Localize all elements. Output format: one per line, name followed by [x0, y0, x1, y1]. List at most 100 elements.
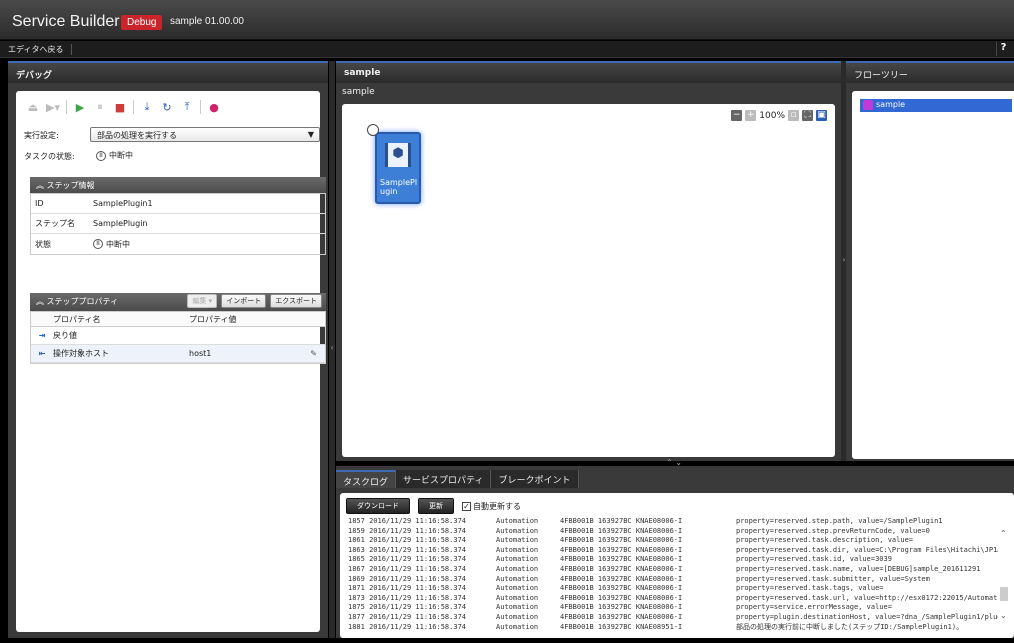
row-key: ID	[35, 199, 44, 208]
log-cell: 4FBB001B 163927BC KNAE08006-I	[560, 564, 683, 573]
log-line: 1877 2016/11/29 11:16:58.374 Automation 4F…	[348, 613, 998, 623]
help-button[interactable]: ?	[996, 42, 1010, 56]
app-title: Service Builder	[12, 13, 120, 30]
task-state: II 中断中	[96, 150, 133, 161]
step-over-icon[interactable]: ↻	[160, 100, 174, 114]
separator	[200, 100, 201, 114]
log-line: 1867 2016/11/29 11:16:58.374 Automation 4F…	[348, 565, 998, 575]
tree-item-sample[interactable]: sample	[860, 99, 1012, 112]
import-button[interactable]: インポート	[221, 294, 267, 308]
refresh-button[interactable]: 更新	[418, 498, 454, 514]
col-header-name: プロパティ名	[53, 314, 101, 324]
edit-label: 編集	[192, 297, 207, 305]
step-into-icon[interactable]: ⤓	[140, 100, 154, 114]
property-name: 戻り値	[53, 331, 77, 340]
flow-tree: sample	[852, 91, 1014, 459]
row-value: SamplePlugin1	[93, 199, 153, 208]
log-cell: 1867 2016/11/29 11:16:58.374	[348, 564, 467, 573]
left-splitter[interactable]: ‹	[329, 61, 335, 638]
step-props-header[interactable]: ︽ ステッププロパティ 編集 ▾ インポート エクスポート	[30, 293, 326, 311]
log-line: 1863 2016/11/29 11:16:58.374 Automation 4F…	[348, 546, 998, 556]
actual-size-icon[interactable]: ▫	[788, 110, 799, 121]
log-cell: 1861 2016/11/29 11:16:58.374	[348, 536, 467, 545]
tab-task-log[interactable]: タスクログ	[336, 470, 397, 488]
property-value: host1	[189, 349, 212, 358]
exec-setting-select[interactable]: 部品の処理を実行する ▼	[90, 127, 320, 142]
fit-to-window-icon[interactable]: ⛶	[802, 110, 813, 121]
back-to-editor-link[interactable]: エディタへ戻る	[8, 44, 73, 55]
zoom-controls: − + 100% ▫ ⛶ ▣	[731, 110, 827, 121]
log-cell: property=reserved.step.path, value=/Samp…	[736, 517, 943, 525]
log-line: 1871 2016/11/29 11:16:58.374 Automation 4F…	[348, 584, 998, 594]
paused-icon: II	[93, 239, 103, 249]
debug-panel: デバッグ ⏏ ▶▾ ▶ ⏸ ■ ⤓ ↻ ⤒ ● 実行設定: 部品の処理を実行する…	[8, 61, 328, 638]
flow-canvas[interactable]: − + 100% ▫ ⛶ ▣ ⬢ II SamplePlugin	[342, 104, 835, 457]
overview-icon[interactable]: ▣	[816, 110, 827, 121]
log-cell: property=reserved.task.url, value=http:/…	[736, 593, 998, 602]
log-cell: Automation	[496, 574, 539, 583]
input-property-icon: ⇤	[38, 349, 46, 358]
scroll-thumb[interactable]	[1000, 587, 1008, 601]
log-body: ダウンロード 更新 ✓ 自動更新する 1857 2016/11/29 11:16:…	[340, 493, 1014, 638]
pause-icon[interactable]: ⏸	[93, 100, 107, 114]
step-info-header[interactable]: ︽ ステップ情報	[30, 177, 326, 193]
log-panel: ⌃ ⌄ タスクログ サービスプロパティ ブレークポイント ダウンロード 更新 ✓…	[336, 458, 1014, 638]
zoom-in-icon[interactable]: +	[745, 110, 757, 121]
title-bar: Service Builder Debug sample 01.00.00	[0, 0, 1014, 40]
tab-service-properties[interactable]: サービスプロパティ	[396, 470, 492, 488]
col-header-value: プロパティ値	[189, 314, 237, 324]
canvas-panel-title: sample	[336, 61, 841, 83]
expand-collapse-icon[interactable]: ⌃ ⌄	[666, 458, 682, 467]
log-cell: 4FBB001B 163927BC KNAE08006-I	[560, 584, 683, 593]
table-row[interactable]: ⇤ 操作対象ホスト host1 ✎	[31, 345, 325, 363]
log-cell: Automation	[496, 593, 539, 602]
log-line: 1873 2016/11/29 11:16:58.374 Automation 4F…	[348, 594, 998, 604]
log-scrollbar[interactable]: ⌃ ⌄	[1000, 517, 1010, 633]
export-button[interactable]: エクスポート	[270, 294, 322, 308]
log-cell: property=reserved.task.tags, value=	[736, 584, 884, 593]
step-state-value: 中断中	[106, 239, 130, 249]
pencil-icon[interactable]: ✎	[310, 349, 317, 358]
stop-icon[interactable]: ⏏	[26, 100, 40, 114]
log-cell: 1871 2016/11/29 11:16:58.374	[348, 584, 467, 593]
log-cell: property=reserved.task.dir, value=C:\Pro…	[736, 545, 998, 554]
breakpoint-icon[interactable]: ●	[207, 100, 221, 114]
log-cell: 4FBB001B 163927BC KNAE08006-I	[560, 536, 683, 545]
log-cell: property=reserved.task.name, value=[DEBU…	[736, 564, 981, 573]
step-out-icon[interactable]: ⤒	[180, 100, 194, 114]
plugin-icon: ⬢	[385, 143, 411, 167]
debug-panel-content: ⏏ ▶▾ ▶ ⏸ ■ ⤓ ↻ ⤒ ● 実行設定: 部品の処理を実行する ▼ タス…	[16, 91, 326, 632]
debug-toolbar: ⏏ ▶▾ ▶ ⏸ ■ ⤓ ↻ ⤒ ●	[26, 99, 221, 115]
log-cell: 1869 2016/11/29 11:16:58.374	[348, 574, 467, 583]
log-cell: Automation	[496, 612, 539, 621]
auto-update-toggle[interactable]: ✓ 自動更新する	[462, 501, 521, 512]
log-cell: 4FBB001B 163927BC KNAE08006-I	[560, 545, 683, 554]
tab-breakpoints[interactable]: ブレークポイント	[491, 470, 579, 488]
scroll-down-icon[interactable]: ⌄	[1000, 611, 1007, 620]
zoom-out-icon[interactable]: −	[731, 110, 743, 121]
step-info-table: ID SamplePlugin1 ステップ名 SamplePlugin 状態 I…	[30, 193, 326, 255]
table-row: 状態 II 中断中	[31, 234, 325, 254]
log-cell: property=reserved.step.prevReturnCode, v…	[736, 526, 930, 535]
scroll-up-icon[interactable]: ⌃	[1000, 529, 1007, 538]
table-row[interactable]: ⇥ 戻り値	[31, 327, 325, 345]
resume-icon[interactable]: ▶	[73, 100, 87, 114]
chevron-down-icon: ▼	[307, 130, 314, 139]
log-cell: 1881 2016/11/29 11:16:58.374	[348, 622, 467, 631]
run-dropdown-icon[interactable]: ▶▾	[46, 100, 60, 114]
download-button[interactable]: ダウンロード	[346, 498, 410, 514]
checkbox-checked-icon[interactable]: ✓	[462, 501, 471, 511]
tree-item-label: sample	[876, 100, 906, 109]
log-cell: 1857 2016/11/29 11:16:58.374	[348, 517, 467, 525]
step-props-actions: 編集 ▾ インポート エクスポート	[187, 294, 322, 308]
row-key: 状態	[35, 239, 51, 249]
log-cell: property=reserved.task.description, valu…	[736, 536, 914, 545]
plugin-node[interactable]: ⬢ II SamplePlugin	[367, 124, 421, 204]
terminate-icon[interactable]: ■	[113, 100, 127, 114]
log-line: 1881 2016/11/29 11:16:58.374 Automation 4F…	[348, 623, 998, 633]
edit-button[interactable]: 編集 ▾	[187, 294, 218, 308]
step-props-table: プロパティ名 プロパティ値 ⇥ 戻り値 ⇤ 操作対象ホスト host1 ✎	[30, 311, 326, 364]
log-cell: 4FBB001B 163927BC KNAE08006-I	[560, 593, 683, 602]
log-line: 1859 2016/11/29 11:16:58.374 Automation 4F…	[348, 527, 998, 537]
task-state-label: タスクの状態:	[24, 152, 75, 161]
